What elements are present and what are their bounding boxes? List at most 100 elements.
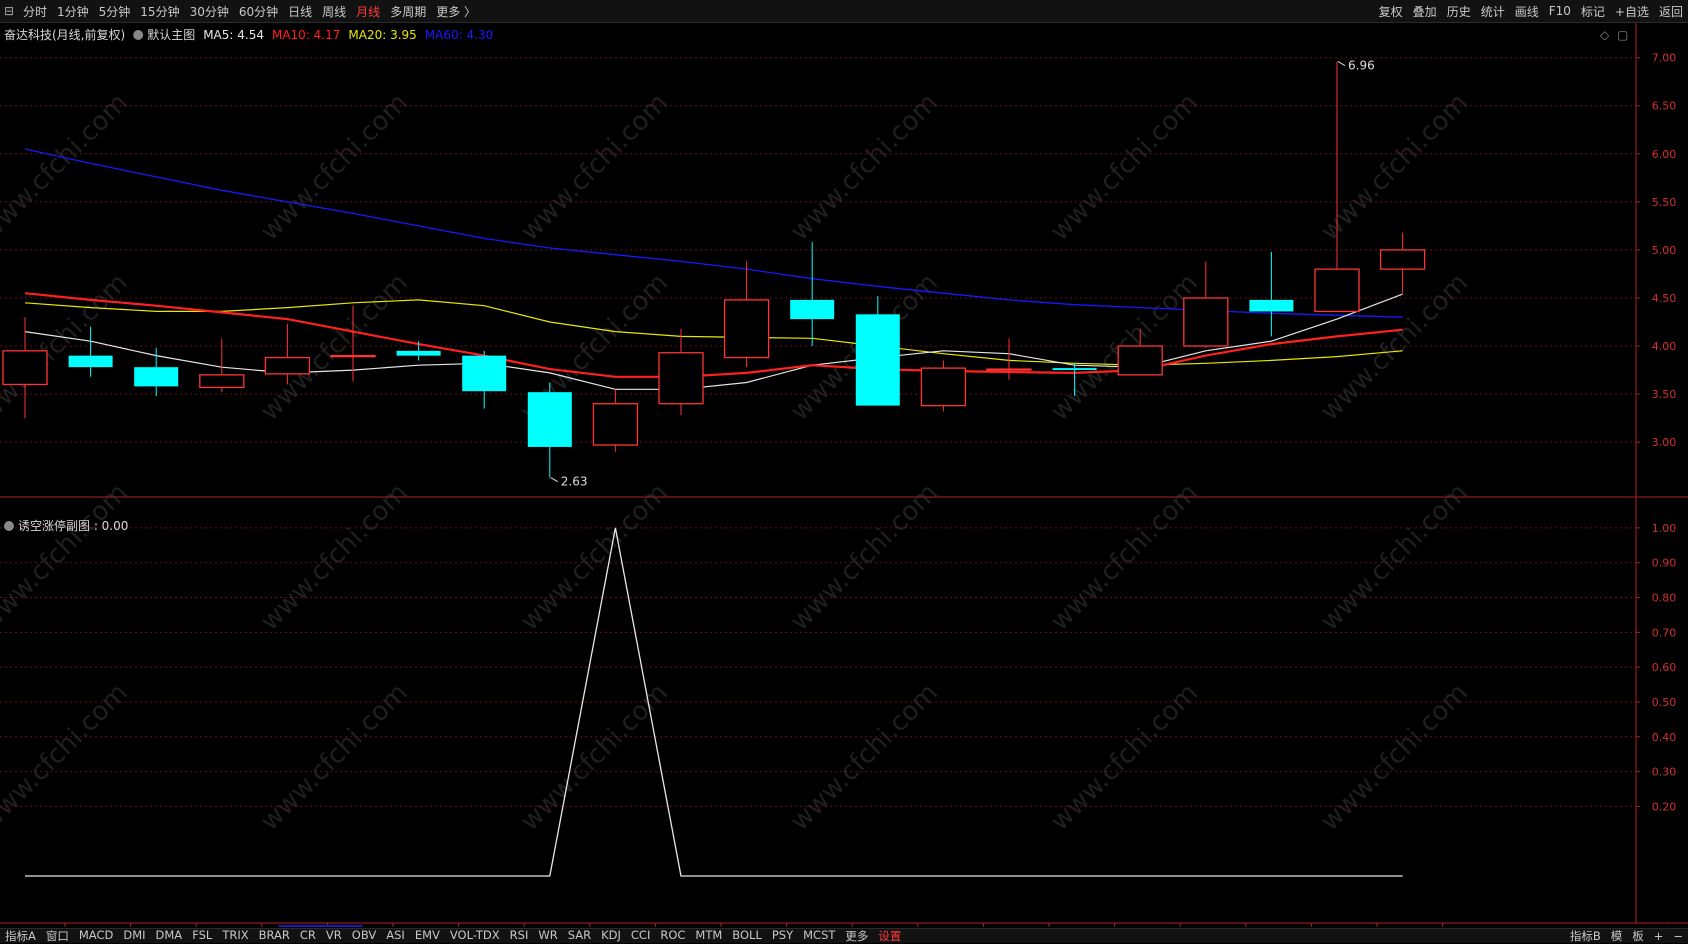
indicator-b-button[interactable]: +	[1649, 929, 1669, 943]
tool-button[interactable]: 复权	[1374, 3, 1408, 20]
tool-button[interactable]: 统计	[1476, 3, 1510, 20]
right-toolbar: 复权 叠加 历史 统计 画线 F10 标记 +自选 返回	[1374, 0, 1688, 22]
candle	[790, 242, 835, 347]
indicator-tick-label: 0.70	[1652, 626, 1677, 639]
tool-button[interactable]: 画线	[1510, 3, 1544, 20]
candle-body	[1117, 345, 1163, 376]
period-tab[interactable]: 月线	[351, 3, 385, 20]
tool-button[interactable]: 历史	[1442, 3, 1476, 20]
ma10-legend: MA10: 4.17	[272, 28, 340, 42]
candle-body	[2, 350, 48, 386]
price-tick-label: 3.50	[1652, 388, 1677, 401]
annotation-arrow	[550, 477, 559, 483]
candle-body	[330, 354, 376, 358]
price-tick-label: 6.50	[1652, 100, 1677, 113]
candle	[462, 350, 507, 409]
candle-body	[658, 352, 704, 405]
candle-body	[723, 299, 770, 359]
watermark-text: www.cfchi.com	[1315, 88, 1474, 247]
time-tick-label: 6	[746, 926, 753, 927]
tool-button[interactable]: F10	[1544, 4, 1576, 18]
candle-body	[1379, 249, 1426, 270]
tool-button[interactable]: 返回	[1654, 3, 1688, 20]
collapse-icon[interactable]: ⊟	[0, 4, 18, 18]
candle	[658, 328, 704, 416]
candle-body	[462, 355, 507, 392]
indicator-tick-label: 0.60	[1652, 661, 1677, 674]
time-tick-label: 12	[1136, 926, 1150, 927]
candle-body	[1052, 368, 1097, 371]
tool-button[interactable]: 标记	[1576, 3, 1610, 20]
period-tab[interactable]: 30分钟	[185, 3, 234, 20]
time-axis: 2021年910111212345678910111212345	[6, 923, 1474, 927]
candle-body	[68, 355, 113, 368]
price-tick-label: 5.50	[1652, 196, 1677, 209]
ma20-legend: MA20: 3.95	[348, 28, 416, 42]
candle	[592, 389, 639, 452]
watermark-text: www.cfchi.com	[1315, 478, 1474, 637]
watermark-text: www.cfchi.com	[255, 88, 414, 247]
candle-body	[1183, 297, 1229, 347]
ma5-legend: MA5: 4.54	[203, 28, 264, 42]
indicator-b-button[interactable]: −	[1668, 929, 1688, 943]
watermark-text: www.cfchi.com	[1045, 88, 1204, 247]
candle	[527, 382, 572, 478]
period-toolbar: ⊟ 分时 1分钟 5分钟 15分钟 30分钟 60分钟 日线 周线 月线 多周期 更多 〉 复权 叠加…	[0, 0, 1688, 23]
time-tick-label: 1	[1205, 926, 1212, 927]
period-tab[interactable]: 多周期	[385, 3, 431, 20]
period-tab[interactable]: 周线	[317, 3, 351, 20]
candle-body	[920, 367, 967, 407]
indicator-dot-icon	[4, 521, 14, 531]
candle-body	[986, 368, 1032, 371]
kline-chart[interactable]: 7.00 6.50 6.00 5.50 5.00 4.50 4.00 3.50 3.00 1.00…	[0, 23, 1688, 927]
watermark-text: www.cfchi.com	[0, 268, 134, 427]
tool-button[interactable]: 叠加	[1408, 3, 1442, 20]
candle	[1183, 261, 1229, 348]
time-tick-label: 5	[1467, 926, 1474, 927]
time-tick-label: 11	[1070, 926, 1084, 927]
window-icon: ▢	[1617, 28, 1628, 42]
candle-body	[592, 403, 639, 446]
period-tab[interactable]: 5分钟	[94, 3, 136, 20]
time-tick-label: 7	[811, 926, 818, 927]
extreme-label: 2.63	[561, 475, 588, 489]
template-dot-icon	[133, 30, 144, 40]
watermark-text: www.cfchi.com	[0, 88, 134, 247]
watermark-layer: www.cfchi.com www.cfchi.com www.cfchi.com w…	[0, 88, 1474, 837]
period-tab[interactable]: 更多 〉	[431, 3, 481, 20]
time-tick-label: 10	[1004, 926, 1018, 927]
watermark-text: www.cfchi.com	[785, 478, 944, 637]
watermark-text: www.cfchi.com	[255, 678, 414, 837]
period-tab[interactable]: 15分钟	[135, 3, 184, 20]
time-tick-label: 2021年	[6, 925, 45, 927]
watermark-text: www.cfchi.com	[1315, 678, 1474, 837]
time-tick-label: 1	[418, 926, 425, 927]
period-tab[interactable]: 分时	[18, 3, 52, 20]
indicator-tick-label: 0.90	[1652, 557, 1677, 570]
time-tick-label: 3	[549, 926, 556, 927]
candle-body	[1249, 299, 1294, 312]
template-name: 默认主图	[147, 27, 195, 42]
candle-body	[790, 299, 835, 320]
candle	[920, 360, 967, 412]
time-tick-label: 2	[483, 926, 490, 927]
candle-body	[855, 314, 900, 406]
watermark-text: www.cfchi.com	[515, 678, 674, 837]
price-tick-label: 4.00	[1652, 340, 1677, 353]
annotation-arrow	[1337, 61, 1346, 66]
indicator-tick-label: 0.30	[1652, 766, 1677, 779]
watermark-text: www.cfchi.com	[0, 478, 134, 637]
period-tab[interactable]: 60分钟	[234, 3, 283, 20]
indicator-tick-label: 0.40	[1652, 731, 1677, 744]
indicator-toolbar: 指标A 窗口 MACD DMI DMA FSL TRIX BRAR CR VR OBV ASI EMV V…	[0, 928, 1688, 943]
period-tab[interactable]: 日线	[283, 3, 317, 20]
ma60-legend: MA60: 4.30	[425, 28, 493, 42]
tool-button[interactable]: +自选	[1610, 3, 1654, 20]
watermark-text: www.cfchi.com	[255, 478, 414, 637]
time-tick-label: 5	[680, 926, 687, 927]
watermark-text: www.cfchi.com	[785, 88, 944, 247]
candle	[1314, 61, 1360, 313]
candle-body	[199, 374, 245, 389]
period-tab[interactable]: 1分钟	[52, 3, 94, 20]
candle-body	[264, 356, 311, 375]
